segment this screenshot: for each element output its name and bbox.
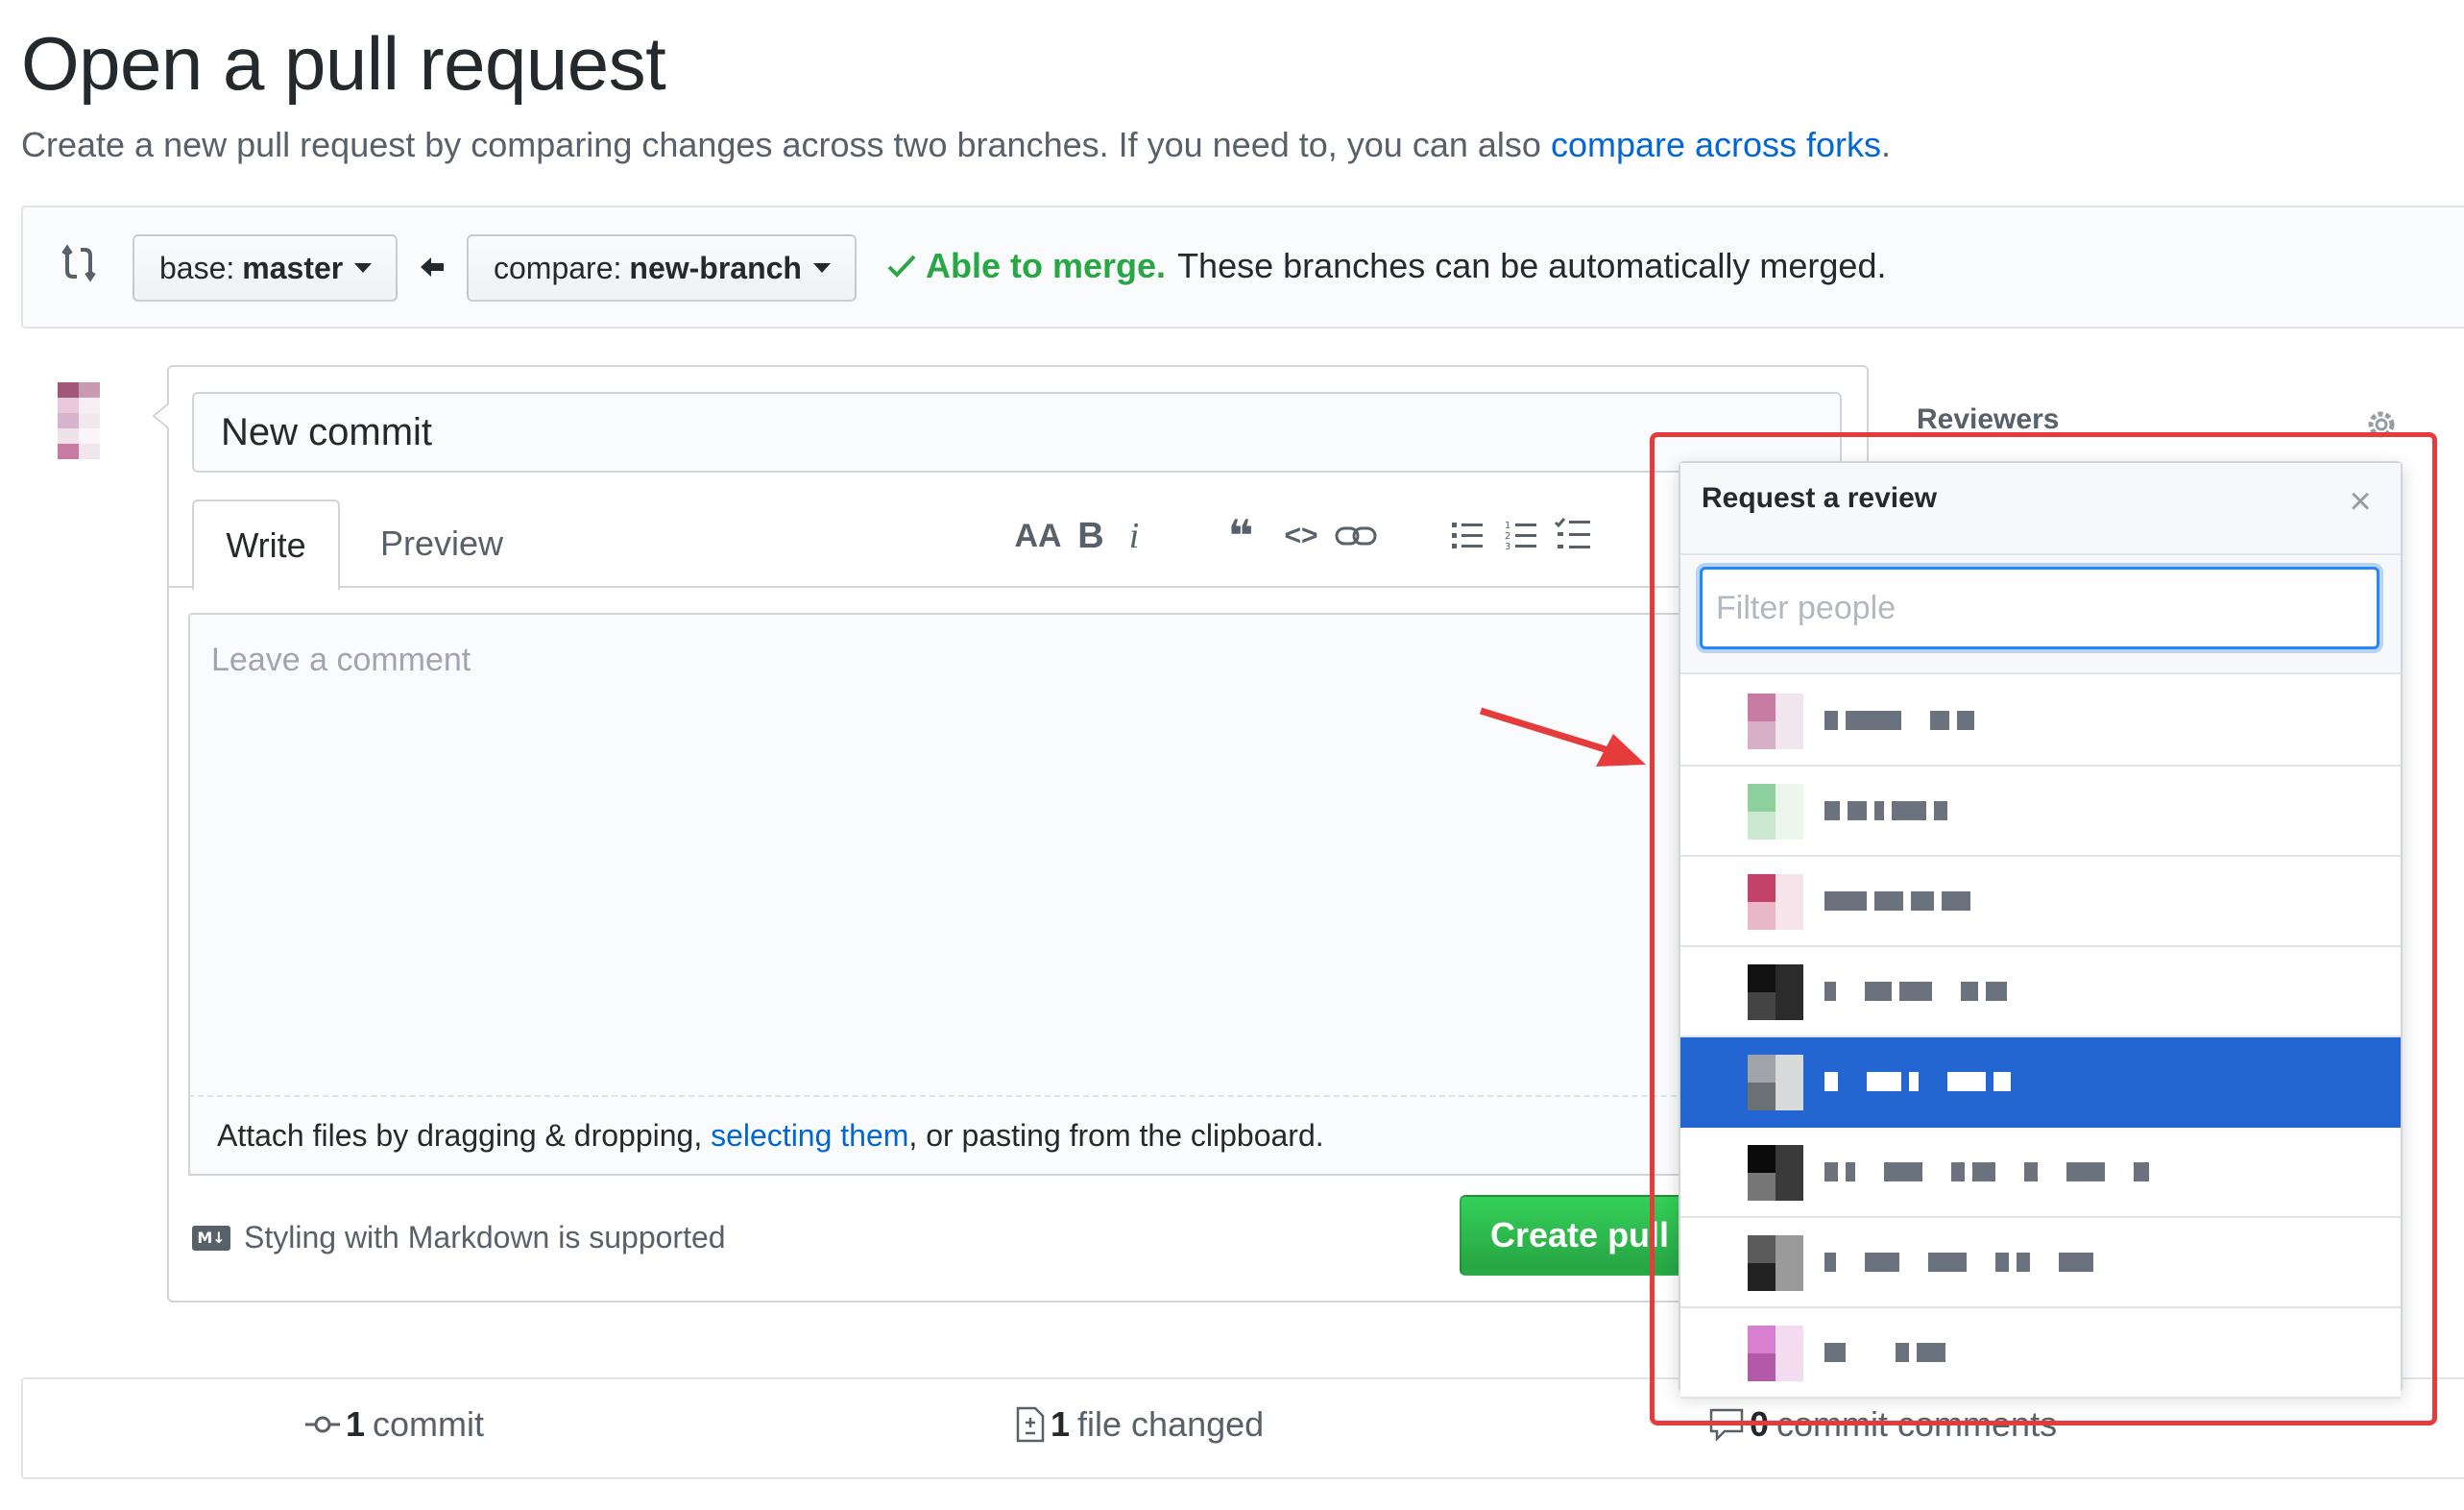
- compare-value: new-branch: [629, 250, 802, 285]
- user-avatar: [58, 382, 100, 459]
- markdown-note: M↓ Styling with Markdown is supported: [192, 1220, 726, 1255]
- unordered-list-icon[interactable]: [1450, 519, 1485, 553]
- link-icon[interactable]: [1335, 521, 1377, 551]
- markdown-note-text: Styling with Markdown is supported: [244, 1220, 726, 1254]
- files-count: 1: [1051, 1404, 1071, 1444]
- subtitle-end: .: [1881, 125, 1892, 164]
- chevron-down-icon: [812, 263, 831, 273]
- attach-text-2: , or pasting from the clipboard.: [908, 1117, 1324, 1153]
- svg-text:3: 3: [1505, 542, 1510, 552]
- merge-ok-text: Able to merge.: [926, 246, 1167, 285]
- ordered-list-icon[interactable]: 1 2 3: [1504, 519, 1538, 553]
- svg-text:1: 1: [1505, 521, 1510, 531]
- svg-text:2: 2: [1505, 531, 1510, 542]
- git-compare-icon: [61, 244, 96, 282]
- compare-branch-select[interactable]: compare: new-branch: [467, 234, 857, 302]
- commit-icon: [305, 1416, 340, 1433]
- comment-textarea[interactable]: [188, 613, 1849, 1176]
- heading-icon[interactable]: AA: [1014, 515, 1062, 557]
- base-branch-select[interactable]: base: master: [133, 234, 398, 302]
- annotation-highlight-box: [1650, 432, 2437, 1425]
- code-icon[interactable]: <>: [1277, 515, 1325, 557]
- attach-files-bar[interactable]: Attach files by dragging & dropping, sel…: [188, 1095, 1849, 1176]
- markdown-icon: M↓: [192, 1225, 230, 1251]
- base-value: master: [242, 250, 344, 285]
- tab-write[interactable]: Write: [192, 499, 340, 590]
- bold-icon[interactable]: B: [1074, 515, 1108, 557]
- compare-across-forks-link[interactable]: compare across forks: [1551, 125, 1881, 164]
- file-diff-icon: [1016, 1406, 1045, 1443]
- reviewers-label: Reviewers: [1917, 403, 2060, 435]
- selecting-them-link[interactable]: selecting them: [711, 1118, 908, 1154]
- check-icon: [887, 255, 916, 278]
- commits-label: commit: [373, 1404, 485, 1444]
- base-prefix: base:: [159, 250, 235, 285]
- compare-prefix: compare:: [494, 250, 622, 285]
- tab-preview[interactable]: Preview: [355, 499, 528, 588]
- page-title: Open a pull request: [21, 21, 666, 106]
- pr-title-input[interactable]: New commit: [192, 392, 1842, 473]
- annotation-arrow-icon: [1479, 707, 1646, 767]
- files-stat[interactable]: 1 file changed: [1016, 1404, 1264, 1445]
- subtitle-text: Create a new pull request by comparing c…: [21, 125, 1541, 164]
- files-label: file changed: [1077, 1404, 1265, 1444]
- quote-icon[interactable]: ❝: [1220, 511, 1262, 561]
- italic-icon[interactable]: i: [1120, 515, 1148, 557]
- form-pointer: [152, 402, 171, 430]
- commits-stat[interactable]: 1 commit: [305, 1404, 484, 1445]
- arrow-left-icon: [421, 257, 444, 277]
- task-list-icon[interactable]: [1554, 517, 1592, 553]
- page-subtitle: Create a new pull request by comparing c…: [21, 125, 1891, 165]
- merge-rest-text: These branches can be automatically merg…: [1177, 246, 1887, 285]
- merge-status: Able to merge. These branches can be aut…: [887, 246, 1886, 286]
- comment-placeholder: Leave a comment: [211, 642, 471, 678]
- attach-text-1: Attach files by dragging & dropping,: [217, 1117, 703, 1153]
- commits-count: 1: [346, 1404, 366, 1444]
- chevron-down-icon: [354, 263, 373, 273]
